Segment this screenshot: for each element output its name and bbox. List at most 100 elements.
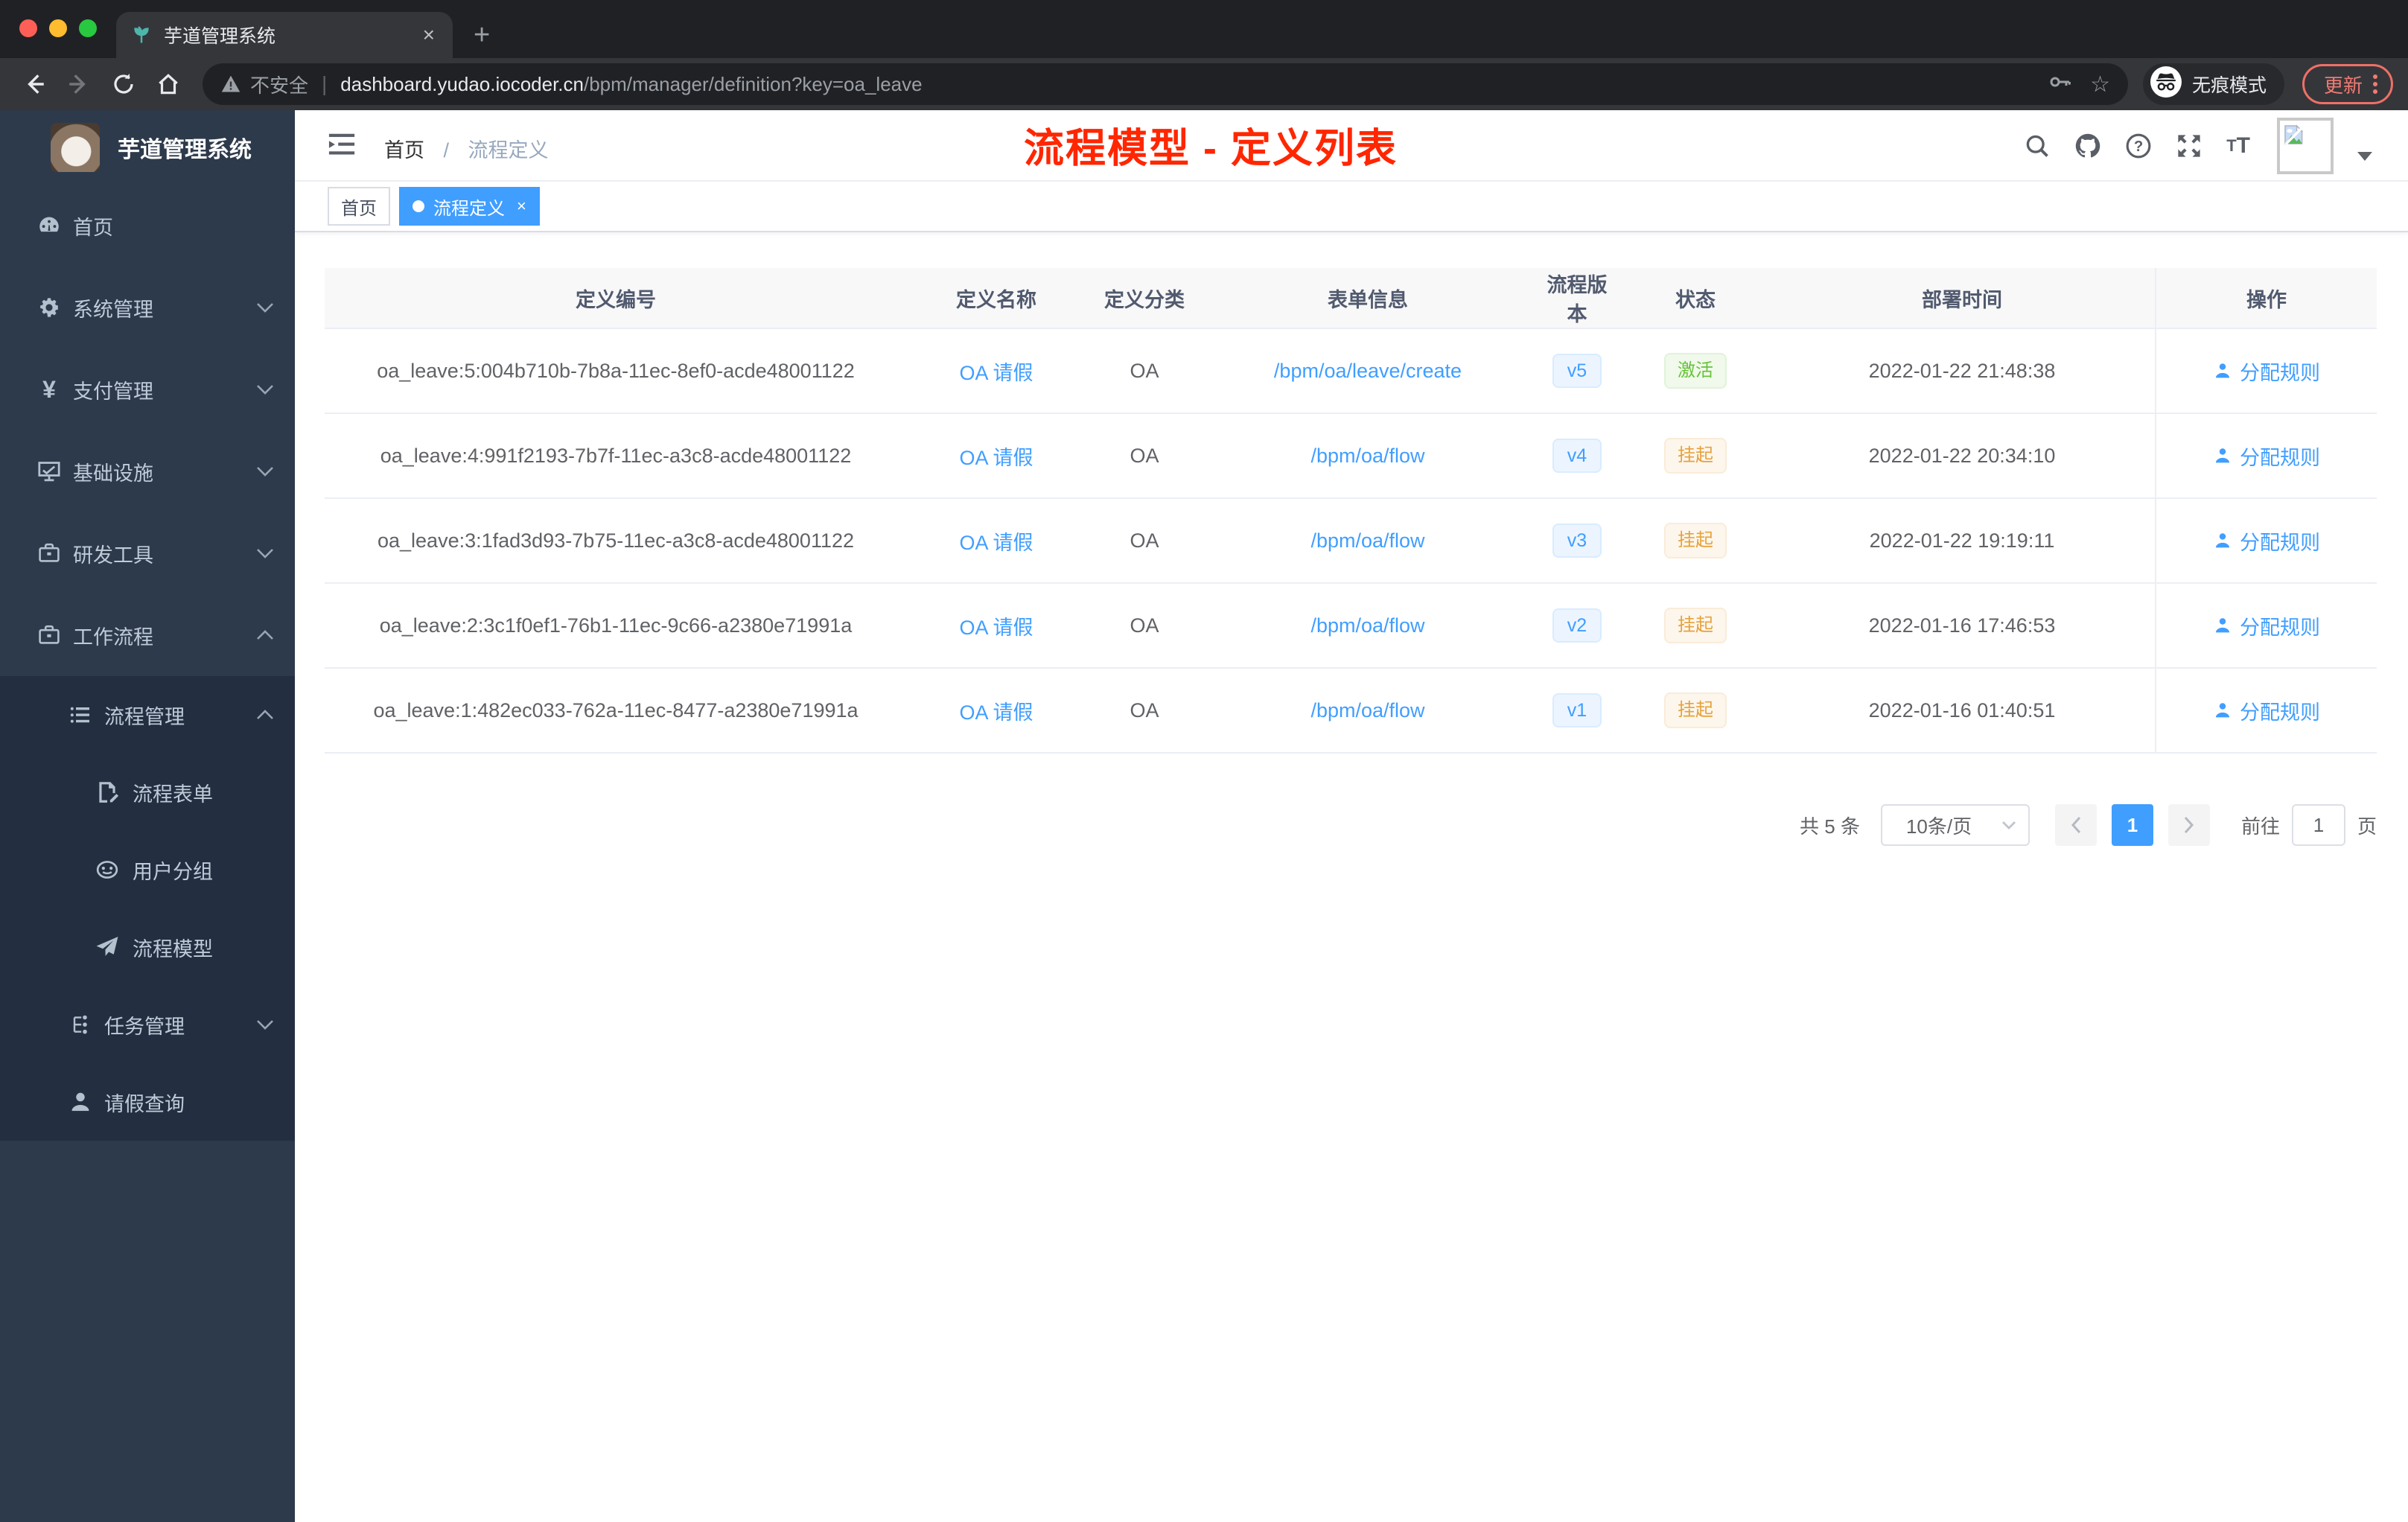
window-minimize-button[interactable] xyxy=(49,19,67,37)
dashboard-icon xyxy=(36,212,63,239)
sidebar-item-6[interactable]: 工作流程 xyxy=(0,594,295,676)
assign-rule-link[interactable]: 分配规则 xyxy=(2213,611,2320,640)
new-tab-button[interactable]: + xyxy=(474,21,490,49)
browser-tab[interactable]: 芋道管理系统 × xyxy=(116,12,453,58)
version-badge: v2 xyxy=(1552,608,1602,643)
sidebar-item-label: 流程管理 xyxy=(104,705,185,728)
incognito-icon xyxy=(2150,66,2182,103)
sidebar-collapse-icon[interactable] xyxy=(328,131,356,164)
cell-definition-name: OA 请假 xyxy=(907,669,1086,752)
sidebar-item-9[interactable]: 用户分组 xyxy=(0,831,295,908)
cell-deploy-time: 2022-01-22 21:48:38 xyxy=(1868,359,2056,382)
form-link[interactable]: /bpm/oa/flow xyxy=(1310,699,1424,722)
active-tag-dot xyxy=(413,200,424,212)
form-link[interactable]: /bpm/oa/flow xyxy=(1310,614,1424,637)
toolbox-icon xyxy=(36,540,63,567)
definition-name-link[interactable]: OA 请假 xyxy=(959,611,1033,640)
page-size-select[interactable]: 10条/页 xyxy=(1880,804,2030,846)
next-page-button[interactable] xyxy=(2167,804,2210,846)
tag-close-icon[interactable]: × xyxy=(517,197,526,216)
sidebar-logo: 芋道管理系统 xyxy=(0,110,295,185)
update-button[interactable]: 更新 xyxy=(2302,64,2393,104)
font-size-icon[interactable]: TT xyxy=(2226,133,2250,159)
chevron-up-icon xyxy=(256,630,274,640)
page-number-1[interactable]: 1 xyxy=(2111,804,2153,846)
definition-name-link[interactable]: OA 请假 xyxy=(959,526,1033,555)
chevron-down-icon xyxy=(256,302,274,313)
window-close-button[interactable] xyxy=(19,19,37,37)
cell-definition-name: OA 请假 xyxy=(907,329,1086,413)
assign-rule-link[interactable]: 分配规则 xyxy=(2213,696,2320,725)
column-header: 定义名称 xyxy=(956,288,1036,311)
status-badge: 挂起 xyxy=(1664,522,1727,559)
bookmark-star-icon[interactable]: ☆ xyxy=(2090,71,2110,98)
definition-name-link[interactable]: OA 请假 xyxy=(959,696,1033,725)
avatar[interactable] xyxy=(2277,118,2334,174)
sidebar-item-2[interactable]: 系统管理 xyxy=(0,267,295,348)
form-link[interactable]: /bpm/oa/flow xyxy=(1310,445,1424,468)
table-header-row: 定义编号 定义名称 定义分类 表单信息 流程版本 状态 部署时间 操作 xyxy=(325,268,2377,329)
column-header: 状态 xyxy=(1675,288,1716,311)
sidebar-item-8[interactable]: 流程表单 xyxy=(0,754,295,831)
cell-deploy-time: 2022-01-16 17:46:53 xyxy=(1868,614,2056,637)
url-text[interactable]: dashboard.yudao.iocoder.cn/bpm/manager/d… xyxy=(340,73,2036,96)
sidebar-item-5[interactable]: 研发工具 xyxy=(0,512,295,594)
avatar-dropdown-caret-icon[interactable] xyxy=(2357,152,2372,161)
browser-window: 芋道管理系统 × + 不安全 | dashboard.yudao.iocoder… xyxy=(0,0,2408,1522)
prev-page-button[interactable] xyxy=(2054,804,2097,846)
assign-rule-link[interactable]: 分配规则 xyxy=(2213,357,2320,386)
app-navbar: 首页 / 流程定义 流程模型 - 定义列表 ? T T xyxy=(295,110,2408,182)
sidebar-item-label: 系统管理 xyxy=(73,298,153,321)
cell-category: OA xyxy=(1130,614,1159,637)
address-separator: | xyxy=(322,72,328,95)
sidebar-item-10[interactable]: 流程模型 xyxy=(0,908,295,986)
tab-close-icon[interactable]: × xyxy=(420,23,438,47)
github-icon[interactable] xyxy=(2074,133,2101,159)
sidebar-item-label: 基础设施 xyxy=(73,462,153,485)
browser-toolbar: 不安全 | dashboard.yudao.iocoder.cn/bpm/man… xyxy=(0,58,2408,110)
assign-rule-link[interactable]: 分配规则 xyxy=(2213,526,2320,555)
cell-form: /bpm/oa/leave/create xyxy=(1203,329,1532,413)
svg-text:?: ? xyxy=(2134,138,2143,155)
cell-deploy-time: 2022-01-22 20:34:10 xyxy=(1868,444,2056,467)
chevron-down-icon xyxy=(2001,821,2016,830)
incognito-chip: 无痕模式 xyxy=(2142,63,2284,105)
cell-status: 挂起 xyxy=(1622,669,1769,752)
window-zoom-button[interactable] xyxy=(79,19,97,37)
home-icon[interactable] xyxy=(149,65,188,104)
breadcrumb-current: 流程定义 xyxy=(468,139,549,162)
search-icon[interactable] xyxy=(2024,133,2051,159)
definition-name-link[interactable]: OA 请假 xyxy=(959,442,1033,471)
list-icon xyxy=(67,701,94,728)
reload-icon[interactable] xyxy=(104,65,143,104)
assign-rule-link[interactable]: 分配规则 xyxy=(2213,442,2320,471)
user-icon xyxy=(2213,446,2232,465)
form-link[interactable]: /bpm/oa/flow xyxy=(1310,529,1424,553)
cell-version: v1 xyxy=(1532,669,1622,752)
tag-process-definition[interactable]: 流程定义 × xyxy=(399,187,540,226)
form-link[interactable]: /bpm/oa/leave/create xyxy=(1274,360,1462,383)
browser-menu-icon[interactable] xyxy=(2373,74,2377,94)
forward-icon[interactable] xyxy=(60,65,98,104)
sidebar-item-1[interactable]: 首页 xyxy=(0,185,295,267)
chevron-down-icon xyxy=(256,548,274,558)
cell-form: /bpm/oa/flow xyxy=(1203,414,1532,497)
sidebar-item-4[interactable]: 基础设施 xyxy=(0,430,295,512)
tag-home[interactable]: 首页 xyxy=(328,187,390,226)
fullscreen-icon[interactable] xyxy=(2176,133,2202,159)
sidebar-item-11[interactable]: 任务管理 xyxy=(0,986,295,1063)
back-icon[interactable] xyxy=(15,65,54,104)
tree-icon xyxy=(67,1011,94,1038)
address-bar[interactable]: 不安全 | dashboard.yudao.iocoder.cn/bpm/man… xyxy=(203,63,2128,105)
cell-definition-id: oa_leave:3:1fad3d93-7b75-11ec-a3c8-acde4… xyxy=(377,529,855,552)
goto-page-input[interactable] xyxy=(2291,804,2345,846)
password-key-icon[interactable] xyxy=(2048,70,2072,99)
help-icon[interactable]: ? xyxy=(2125,133,2152,159)
sidebar-item-7[interactable]: 流程管理 xyxy=(0,676,295,754)
chevron-down-icon xyxy=(256,1019,274,1030)
breadcrumb-home[interactable]: 首页 xyxy=(384,139,424,162)
sidebar-item-3[interactable]: ¥ 支付管理 xyxy=(0,348,295,430)
definition-name-link[interactable]: OA 请假 xyxy=(959,357,1033,386)
security-label[interactable]: 不安全 xyxy=(250,71,308,98)
sidebar-item-12[interactable]: 请假查询 xyxy=(0,1063,295,1141)
